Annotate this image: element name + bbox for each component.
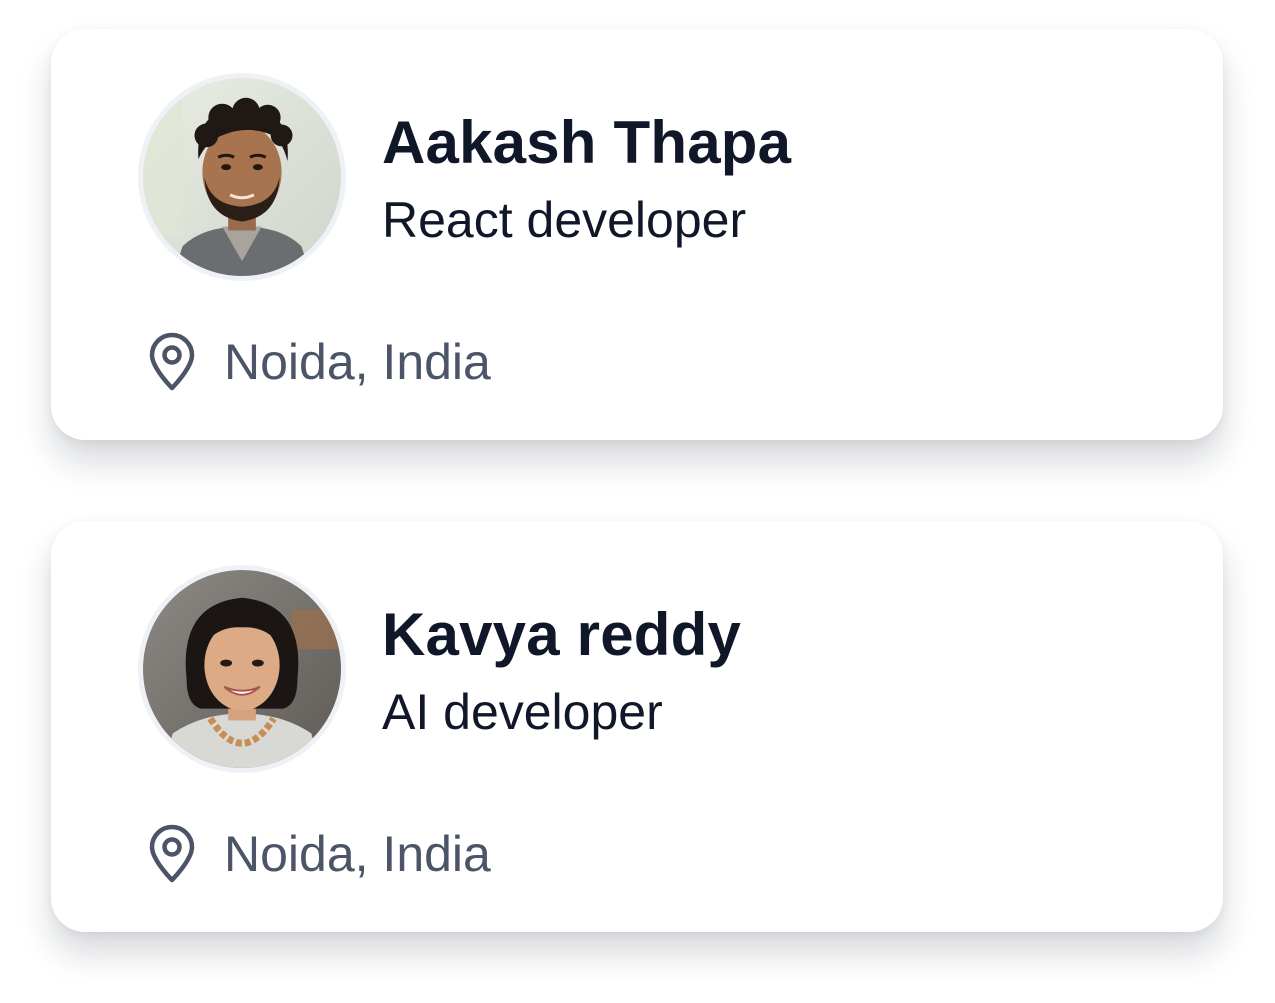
location-row: Noida, India bbox=[146, 332, 491, 392]
profile-card[interactable]: Kavya reddy AI developer Noida, India bbox=[51, 521, 1223, 932]
profile-name: Aakash Thapa bbox=[382, 109, 792, 176]
map-pin-icon bbox=[149, 332, 195, 391]
avatar-photo-woman bbox=[143, 570, 341, 768]
profile-card[interactable]: Aakash Thapa React developer Noida, Indi… bbox=[51, 29, 1223, 440]
avatar bbox=[138, 565, 346, 773]
location-row: Noida, India bbox=[146, 824, 491, 884]
map-pin-icon bbox=[149, 824, 195, 883]
avatar bbox=[138, 73, 346, 281]
profile-role: AI developer bbox=[382, 684, 663, 740]
location-text: Noida, India bbox=[224, 334, 491, 390]
location-text: Noida, India bbox=[224, 826, 491, 882]
avatar-photo-man bbox=[143, 78, 341, 276]
profile-name: Kavya reddy bbox=[382, 601, 742, 668]
profile-role: React developer bbox=[382, 192, 747, 248]
